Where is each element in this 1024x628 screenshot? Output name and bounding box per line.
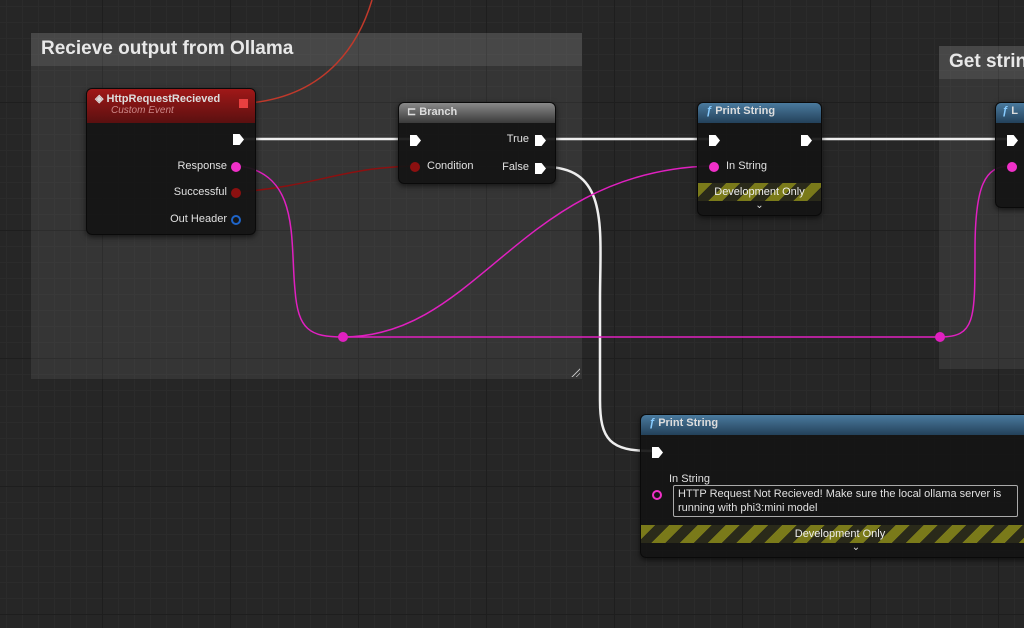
node-subtitle: Custom Event xyxy=(111,105,174,116)
partial-function-node[interactable]: ƒ L xyxy=(995,102,1024,208)
event-icon: ◈ xyxy=(95,93,104,105)
node-title: Print String xyxy=(658,417,719,429)
wire-response-print1[interactable] xyxy=(342,165,713,338)
pin-label-out-header: Out Header xyxy=(170,213,227,225)
wire-event-delegate[interactable] xyxy=(249,0,373,104)
development-only-banner: Development Only xyxy=(641,525,1024,543)
print-string-node-2[interactable]: ƒ Print String In String HTTP Request No… xyxy=(640,414,1024,558)
print-string-node-1[interactable]: ƒ Print String In String Development Onl… xyxy=(697,102,822,216)
node-title: HttpRequestRecieved xyxy=(106,93,221,105)
function-icon: ƒ xyxy=(1002,105,1009,117)
development-only-banner: Development Only xyxy=(698,183,821,201)
function-icon: ƒ xyxy=(649,417,656,429)
false-pin[interactable] xyxy=(535,163,546,174)
exec-in-pin[interactable] xyxy=(652,447,663,458)
true-pin[interactable] xyxy=(535,135,546,146)
delegate-pin[interactable] xyxy=(239,99,248,108)
in-string-pin[interactable] xyxy=(709,162,719,172)
in-string-input[interactable]: HTTP Request Not Recieved! Make sure the… xyxy=(673,485,1018,517)
branch-node[interactable]: ⊏ Branch Condition True False xyxy=(398,102,556,184)
response-pin[interactable] xyxy=(231,162,241,172)
event-node-http-request-recieved[interactable]: ◈ HttpRequestRecieved Custom Event Respon… xyxy=(86,88,256,235)
expand-chevron-icon[interactable]: ⌄ xyxy=(641,542,1024,553)
expand-chevron-icon[interactable]: ⌄ xyxy=(698,200,821,211)
branch-icon: ⊏ xyxy=(407,106,417,118)
node-title: Branch xyxy=(419,106,458,118)
exec-out-pin[interactable] xyxy=(233,134,244,145)
wire-exec-false-print[interactable] xyxy=(544,165,653,453)
pin-label-in-string: In String xyxy=(726,160,767,172)
pin-label-false: False xyxy=(502,161,529,173)
exec-out-pin[interactable] xyxy=(801,135,812,146)
reroute-knot[interactable] xyxy=(338,332,348,342)
node-title: Print String xyxy=(715,105,776,117)
out-header-pin[interactable] xyxy=(231,215,241,225)
pin-label-condition: Condition xyxy=(427,160,474,172)
pin-label-successful: Successful xyxy=(173,186,227,198)
wire-successful-condition[interactable] xyxy=(239,165,415,193)
exec-in-pin[interactable] xyxy=(410,135,421,146)
successful-pin[interactable] xyxy=(231,188,241,198)
pin-label-in-string: In String xyxy=(669,473,710,485)
string-pin[interactable] xyxy=(1007,162,1017,172)
exec-in-pin[interactable] xyxy=(709,135,720,146)
exec-in-pin[interactable] xyxy=(1007,135,1018,146)
pin-label-true: True xyxy=(506,133,529,145)
reroute-knot[interactable] xyxy=(935,332,945,342)
function-icon: ƒ xyxy=(706,105,713,117)
condition-pin[interactable] xyxy=(410,162,420,172)
wire-response-string[interactable] xyxy=(239,165,1011,338)
in-string-pin[interactable] xyxy=(652,490,662,500)
pin-label-response: Response xyxy=(177,160,227,172)
node-title: L xyxy=(1011,105,1018,117)
